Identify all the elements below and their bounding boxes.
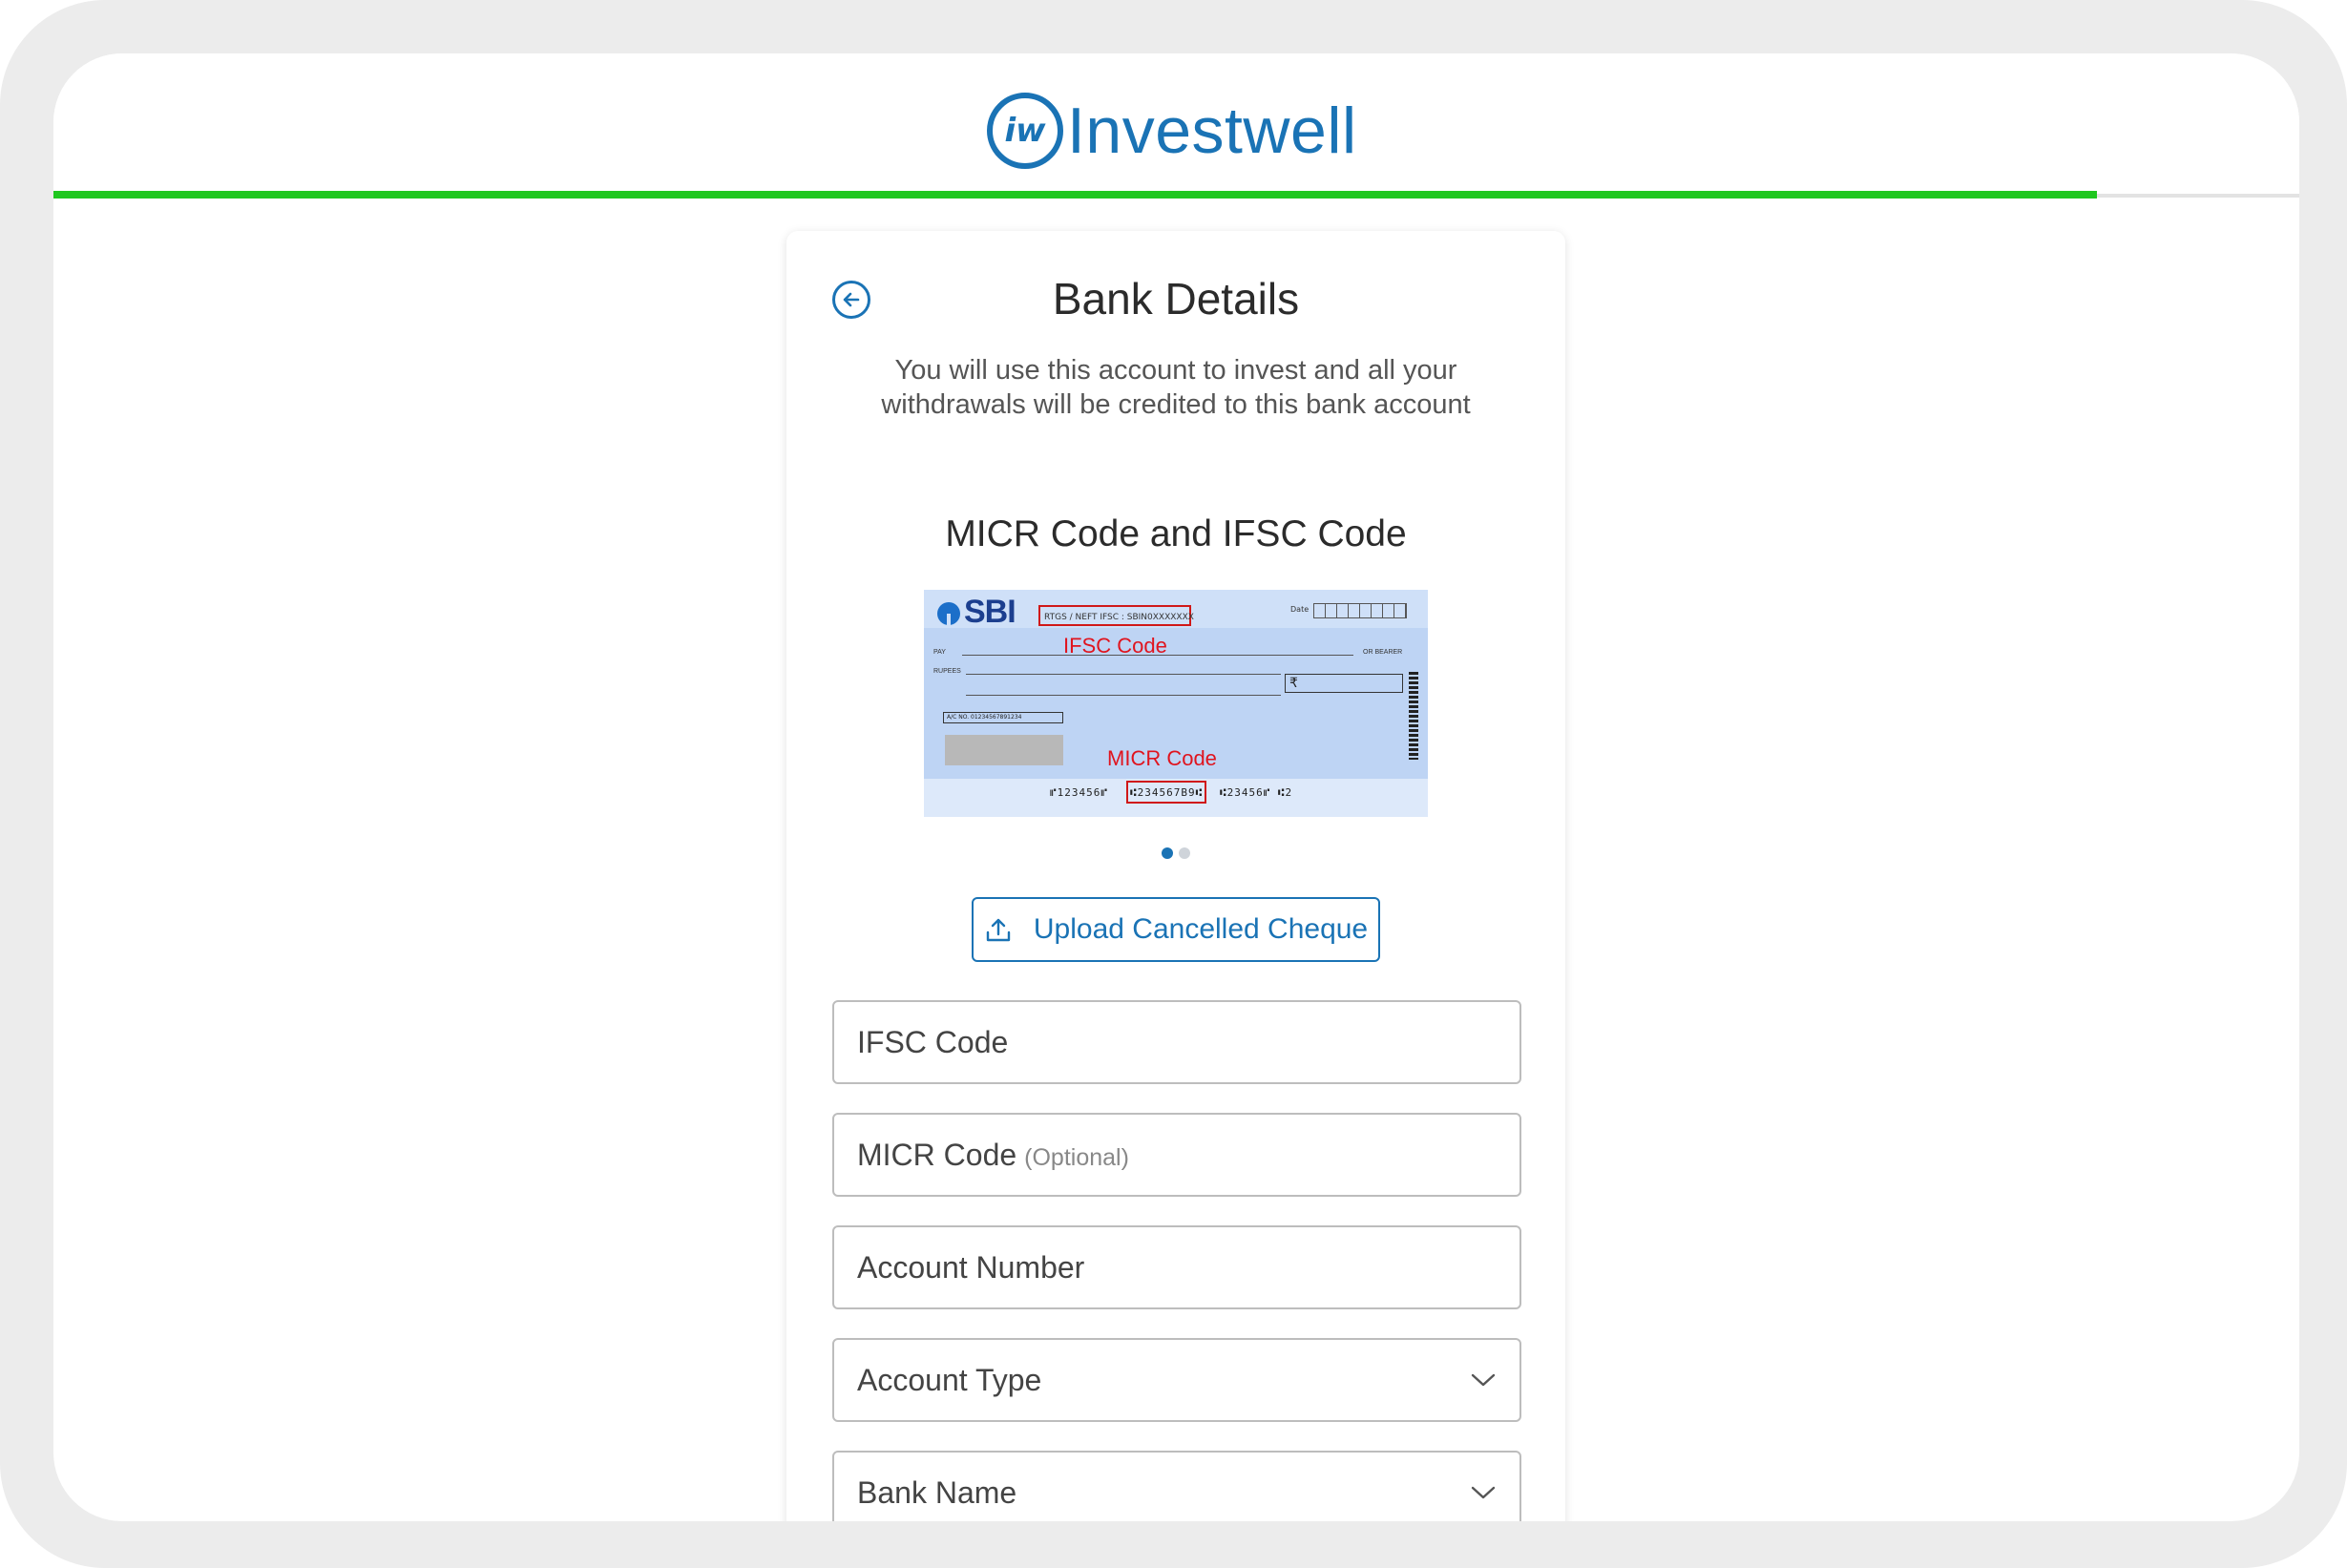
- micr-left: ⑈123456⑈: [1050, 786, 1108, 799]
- cheque-bearer-label: OR BEARER: [1363, 649, 1403, 656]
- upload-button-label: Upload Cancelled Cheque: [1033, 913, 1369, 945]
- account-number-field[interactable]: Account Number: [832, 1225, 1521, 1309]
- progress-bar-fill: [53, 191, 2098, 199]
- sbi-logo-icon: [937, 602, 960, 626]
- carousel-dot[interactable]: [1162, 847, 1173, 859]
- account-type-select[interactable]: Account Type: [832, 1338, 1521, 1422]
- account-number-label: Account Number: [857, 1249, 1085, 1285]
- micr-code-field[interactable]: MICR Code (Optional): [832, 1113, 1521, 1197]
- cheque-grey-box: [945, 735, 1063, 765]
- cheque-amount-box: ₹: [1285, 674, 1403, 693]
- ifsc-code-callout: IFSC Code: [1063, 634, 1167, 658]
- upload-icon: [986, 918, 1011, 942]
- carousel-dots: [786, 847, 1565, 859]
- account-type-label: Account Type: [857, 1362, 1042, 1397]
- cheque-pay-label: PAY: [933, 649, 946, 656]
- app-screen: iw Investwell Bank Details You will use …: [53, 53, 2299, 1521]
- ifsc-code-field[interactable]: IFSC Code: [832, 1000, 1521, 1084]
- logo-text: Investwell: [1067, 94, 1357, 167]
- bank-name-select[interactable]: Bank Name: [832, 1451, 1521, 1521]
- micr-code-label: MICR Code: [857, 1137, 1017, 1172]
- carousel-dot[interactable]: [1179, 847, 1190, 859]
- cheque-rupees-label: RUPEES: [933, 668, 961, 675]
- cheque-date-label: Date: [1290, 605, 1310, 614]
- micr-code-callout: MICR Code: [1107, 746, 1217, 770]
- page-title: Bank Details: [1052, 274, 1300, 324]
- upload-cancelled-cheque-button[interactable]: Upload Cancelled Cheque: [972, 897, 1380, 962]
- micr-code-digits: ⑆234567B9⑆: [1130, 786, 1204, 799]
- logo-mark-icon: iw: [987, 93, 1063, 169]
- chevron-down-icon: [1471, 1373, 1496, 1387]
- chevron-down-icon: [1471, 1486, 1496, 1499]
- cheque-date-boxes: [1313, 603, 1407, 618]
- optional-hint: (Optional): [1024, 1143, 1129, 1171]
- carousel-title: MICR Code and IFSC Code: [945, 513, 1407, 554]
- bank-name-label: Bank Name: [857, 1474, 1017, 1510]
- sample-cheque-image: SBI RTGS / NEFT IFSC : SBIN0XXXXXXX Date…: [924, 590, 1428, 817]
- cheque-account-number: A/C NO. 01234567891234: [943, 712, 1063, 723]
- cheque-barcode: [1409, 672, 1418, 760]
- header: iw Investwell: [53, 53, 2299, 195]
- investwell-logo[interactable]: iw Investwell: [987, 88, 1357, 174]
- page-subtitle: You will use this account to invest and …: [881, 355, 1471, 420]
- ifsc-code-label: IFSC Code: [857, 1024, 1009, 1059]
- cheque-ifsc-box: RTGS / NEFT IFSC : SBIN0XXXXXXX: [1038, 605, 1194, 626]
- bank-details-card: Bank Details You will use this account t…: [786, 231, 1565, 1521]
- sbi-logo: SBI: [937, 594, 1016, 631]
- micr-right: ⑆23456⑈ ⑆2: [1220, 786, 1293, 799]
